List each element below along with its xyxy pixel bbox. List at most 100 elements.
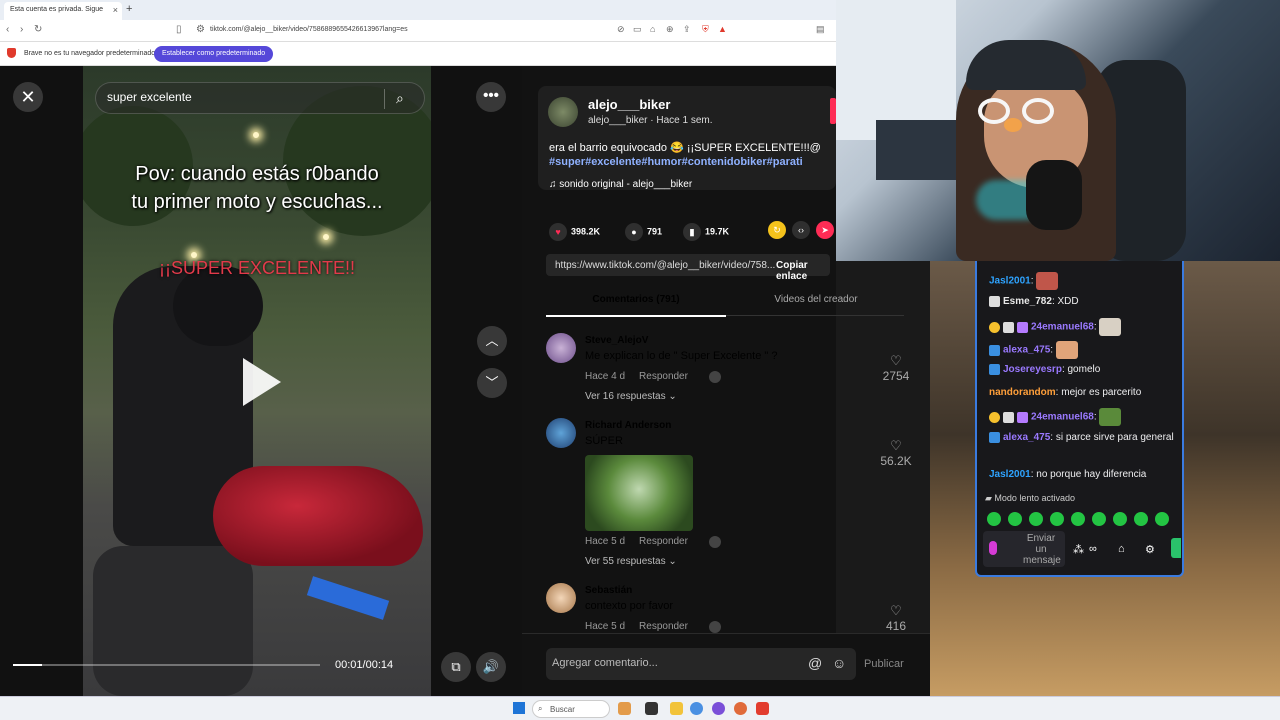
- bits-icon[interactable]: ⁂: [1073, 543, 1084, 556]
- comment-like[interactable]: ♡ 56.2K: [876, 438, 916, 468]
- forward-icon[interactable]: ›: [20, 24, 23, 35]
- next-video-button[interactable]: ﹀: [477, 368, 507, 398]
- avatar[interactable]: [546, 418, 576, 448]
- chat-message: Jasl2001: no porque hay diferencia: [989, 469, 1147, 480]
- post-link[interactable]: https://www.tiktok.com/@alejo__biker/vid…: [555, 260, 775, 271]
- bookmark-icon[interactable]: ▯: [176, 24, 182, 35]
- task-view-icon[interactable]: [645, 702, 658, 715]
- video-time: 00:01/00:14: [335, 659, 394, 671]
- url-field[interactable]: tiktok.com/@alejo__biker/video/758688965…: [210, 26, 408, 33]
- previous-video-button[interactable]: ︿: [477, 326, 507, 356]
- room-wall: [836, 0, 956, 140]
- motorcycle-decal: [306, 576, 390, 620]
- search-input[interactable]: [107, 90, 377, 104]
- emoji-icon[interactable]: ☺: [832, 655, 846, 671]
- post-hashtags[interactable]: #super#excelente#humor#contenidobiker#pa…: [549, 156, 803, 168]
- reload-icon[interactable]: ↻: [34, 24, 42, 35]
- gear-icon[interactable]: ⚙: [1145, 543, 1155, 556]
- volume-button[interactable]: 🔊: [476, 652, 506, 682]
- heart-icon: ♡: [890, 438, 902, 453]
- file-explorer-icon[interactable]: [670, 702, 683, 715]
- mention-icon[interactable]: @: [808, 655, 822, 671]
- discord-icon[interactable]: [712, 702, 725, 715]
- comment-author[interactable]: Richard Anderson: [585, 420, 671, 431]
- chat-input-placeholder: Enviar un mensaje: [1023, 533, 1061, 566]
- translate-icon[interactable]: ⌂: [650, 24, 655, 34]
- new-tab-button[interactable]: +: [126, 3, 132, 15]
- tab-creator-videos[interactable]: Videos del creador: [728, 294, 904, 305]
- emote-icon[interactable]: [1092, 512, 1106, 526]
- comment-action[interactable]: ● 791: [625, 223, 662, 241]
- emote-icon[interactable]: [1008, 512, 1022, 526]
- extension-icon[interactable]: ⊘: [617, 24, 625, 35]
- brave-icon[interactable]: [756, 702, 769, 715]
- app-icon[interactable]: [734, 702, 747, 715]
- store-icon[interactable]: ⌂: [1118, 543, 1125, 555]
- avatar[interactable]: [546, 583, 576, 613]
- avatar[interactable]: [548, 97, 578, 127]
- back-icon[interactable]: ‹: [6, 24, 9, 35]
- send-icon[interactable]: ➤: [816, 221, 834, 239]
- windows-start-icon[interactable]: [513, 702, 525, 714]
- publish-button[interactable]: Publicar: [864, 658, 904, 670]
- brave-shield-icon[interactable]: ⛨: [702, 24, 709, 35]
- save-action[interactable]: ▮ 19.7K: [683, 223, 729, 241]
- emote-icon[interactable]: [1050, 512, 1064, 526]
- video-player[interactable]: Pov: cuando estás r0bando tu primer moto…: [83, 66, 431, 696]
- comment-input[interactable]: Agregar comentario...: [552, 657, 782, 669]
- sidebar-icon[interactable]: ▤: [816, 24, 825, 35]
- reply-button[interactable]: Responder: [639, 536, 688, 547]
- avatar[interactable]: [546, 333, 576, 363]
- comment-author[interactable]: Sebastián: [585, 585, 632, 596]
- close-icon[interactable]: ×: [113, 5, 118, 15]
- copy-link-button[interactable]: Copiar enlace: [776, 260, 830, 282]
- reply-button[interactable]: Responder: [639, 371, 688, 382]
- badge-icon: [989, 344, 1000, 356]
- comment-image[interactable]: [585, 455, 693, 531]
- comment-author[interactable]: Steve_AlejoV: [585, 335, 648, 346]
- post-music[interactable]: ♫ sonido original - alejo___biker: [549, 179, 692, 190]
- video-progress-bar[interactable]: [13, 664, 320, 666]
- widget-icon[interactable]: [618, 702, 631, 715]
- brave-rewards-icon[interactable]: ▲: [718, 24, 727, 34]
- emote-icon[interactable]: [987, 512, 1001, 526]
- streamer-cap: [966, 40, 1086, 90]
- zoom-icon[interactable]: ⊕: [666, 24, 674, 35]
- set-default-button[interactable]: Establecer como predeterminado: [154, 46, 274, 62]
- reply-button[interactable]: Responder: [639, 621, 688, 632]
- more-options-button[interactable]: •••: [476, 82, 506, 112]
- emote-icon[interactable]: [1029, 512, 1043, 526]
- chat-send-button[interactable]: [1171, 538, 1181, 558]
- like-action[interactable]: ♥ 398.2K: [549, 223, 600, 241]
- embed-icon[interactable]: ‹›: [792, 221, 810, 239]
- share-icon[interactable]: ⇪: [683, 24, 691, 35]
- cast-icon[interactable]: ▭: [633, 24, 642, 35]
- comment-like[interactable]: ♡ 416: [876, 603, 916, 633]
- post-username[interactable]: alejo___biker: [588, 97, 670, 112]
- view-replies-button[interactable]: Ver 55 respuestas ⌄: [585, 556, 677, 567]
- microphone-icon[interactable]: [989, 541, 997, 555]
- play-icon[interactable]: [243, 358, 281, 406]
- emote-icon[interactable]: [1071, 512, 1085, 526]
- site-info-icon[interactable]: ⚙: [196, 24, 205, 35]
- browser-tab-title: Esta cuenta es privada. Sigue: [10, 6, 104, 13]
- search-box: ⌕: [95, 82, 425, 114]
- tab-comments[interactable]: Comentarios (791): [546, 294, 726, 317]
- comment-like[interactable]: ♡ 2754: [876, 353, 916, 383]
- post-info-card: alejo___biker alejo___biker · Hace 1 sem…: [538, 86, 836, 190]
- pip-button[interactable]: ⧉: [441, 652, 471, 682]
- search-icon[interactable]: ⌕: [396, 90, 404, 107]
- emote-icon[interactable]: [1155, 512, 1169, 526]
- close-video-button[interactable]: ✕: [13, 82, 43, 112]
- view-replies-button[interactable]: Ver 16 respuestas ⌄: [585, 391, 677, 402]
- emote-icon[interactable]: [1113, 512, 1127, 526]
- emote-icon: [1099, 318, 1122, 336]
- infinity-icon[interactable]: ∞: [1089, 543, 1097, 555]
- emote-icon[interactable]: [1134, 512, 1148, 526]
- taskbar-search[interactable]: ⌕ Buscar: [532, 700, 610, 718]
- chrome-icon[interactable]: [690, 702, 703, 715]
- repost-icon[interactable]: ↻: [768, 221, 786, 239]
- chat-input[interactable]: Enviar un mensaje: [983, 531, 1065, 567]
- heart-icon: ♡: [890, 603, 902, 618]
- browser-tab[interactable]: Esta cuenta es privada. Sigue ×: [4, 2, 122, 20]
